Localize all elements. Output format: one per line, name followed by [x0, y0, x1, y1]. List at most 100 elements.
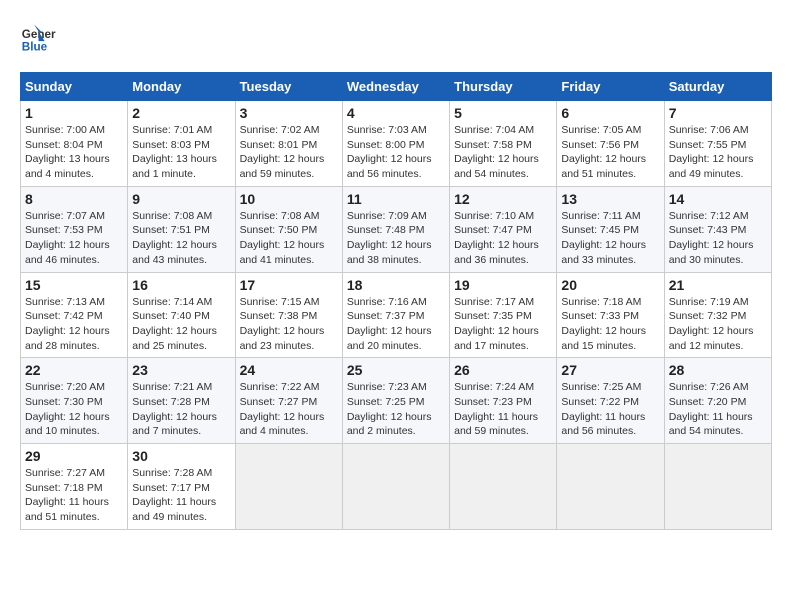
calendar-cell: 12 Sunrise: 7:10 AMSunset: 7:47 PMDaylig… [450, 186, 557, 272]
calendar-cell [342, 444, 449, 530]
day-number: 5 [454, 105, 552, 121]
day-number: 2 [132, 105, 230, 121]
day-header-saturday: Saturday [664, 73, 771, 101]
day-number: 7 [669, 105, 767, 121]
calendar-cell [557, 444, 664, 530]
day-info: Sunrise: 7:11 AMSunset: 7:45 PMDaylight:… [561, 210, 646, 266]
calendar-cell: 2 Sunrise: 7:01 AMSunset: 8:03 PMDayligh… [128, 101, 235, 187]
svg-text:Blue: Blue [22, 41, 48, 54]
day-info: Sunrise: 7:02 AMSunset: 8:01 PMDaylight:… [240, 124, 325, 180]
day-info: Sunrise: 7:03 AMSunset: 8:00 PMDaylight:… [347, 124, 432, 180]
day-number: 24 [240, 362, 338, 378]
day-number: 8 [25, 191, 123, 207]
day-number: 19 [454, 277, 552, 293]
calendar-cell: 25 Sunrise: 7:23 AMSunset: 7:25 PMDaylig… [342, 358, 449, 444]
day-info: Sunrise: 7:01 AMSunset: 8:03 PMDaylight:… [132, 124, 217, 180]
calendar-cell: 9 Sunrise: 7:08 AMSunset: 7:51 PMDayligh… [128, 186, 235, 272]
logo: General Blue [20, 20, 60, 56]
day-number: 14 [669, 191, 767, 207]
day-number: 29 [25, 448, 123, 464]
calendar-cell: 8 Sunrise: 7:07 AMSunset: 7:53 PMDayligh… [21, 186, 128, 272]
day-number: 9 [132, 191, 230, 207]
day-info: Sunrise: 7:23 AMSunset: 7:25 PMDaylight:… [347, 381, 432, 437]
calendar-cell: 29 Sunrise: 7:27 AMSunset: 7:18 PMDaylig… [21, 444, 128, 530]
calendar-cell: 4 Sunrise: 7:03 AMSunset: 8:00 PMDayligh… [342, 101, 449, 187]
calendar-cell: 3 Sunrise: 7:02 AMSunset: 8:01 PMDayligh… [235, 101, 342, 187]
calendar-cell: 17 Sunrise: 7:15 AMSunset: 7:38 PMDaylig… [235, 272, 342, 358]
day-number: 12 [454, 191, 552, 207]
day-info: Sunrise: 7:00 AMSunset: 8:04 PMDaylight:… [25, 124, 110, 180]
calendar-cell: 23 Sunrise: 7:21 AMSunset: 7:28 PMDaylig… [128, 358, 235, 444]
week-row-3: 15 Sunrise: 7:13 AMSunset: 7:42 PMDaylig… [21, 272, 772, 358]
calendar-cell: 18 Sunrise: 7:16 AMSunset: 7:37 PMDaylig… [342, 272, 449, 358]
day-info: Sunrise: 7:21 AMSunset: 7:28 PMDaylight:… [132, 381, 217, 437]
day-info: Sunrise: 7:24 AMSunset: 7:23 PMDaylight:… [454, 381, 538, 437]
page-header: General Blue [20, 20, 772, 56]
logo-icon: General Blue [20, 20, 56, 56]
calendar-cell: 7 Sunrise: 7:06 AMSunset: 7:55 PMDayligh… [664, 101, 771, 187]
calendar-cell: 13 Sunrise: 7:11 AMSunset: 7:45 PMDaylig… [557, 186, 664, 272]
calendar-cell: 22 Sunrise: 7:20 AMSunset: 7:30 PMDaylig… [21, 358, 128, 444]
calendar-cell: 14 Sunrise: 7:12 AMSunset: 7:43 PMDaylig… [664, 186, 771, 272]
day-number: 13 [561, 191, 659, 207]
day-info: Sunrise: 7:08 AMSunset: 7:51 PMDaylight:… [132, 210, 217, 266]
day-number: 3 [240, 105, 338, 121]
day-info: Sunrise: 7:17 AMSunset: 7:35 PMDaylight:… [454, 296, 539, 352]
week-row-2: 8 Sunrise: 7:07 AMSunset: 7:53 PMDayligh… [21, 186, 772, 272]
day-header-thursday: Thursday [450, 73, 557, 101]
day-number: 16 [132, 277, 230, 293]
calendar-cell: 15 Sunrise: 7:13 AMSunset: 7:42 PMDaylig… [21, 272, 128, 358]
day-header-tuesday: Tuesday [235, 73, 342, 101]
calendar-cell: 16 Sunrise: 7:14 AMSunset: 7:40 PMDaylig… [128, 272, 235, 358]
day-info: Sunrise: 7:20 AMSunset: 7:30 PMDaylight:… [25, 381, 110, 437]
day-number: 11 [347, 191, 445, 207]
calendar-table: SundayMondayTuesdayWednesdayThursdayFrid… [20, 72, 772, 530]
calendar-cell [450, 444, 557, 530]
day-number: 6 [561, 105, 659, 121]
day-number: 30 [132, 448, 230, 464]
calendar-cell: 19 Sunrise: 7:17 AMSunset: 7:35 PMDaylig… [450, 272, 557, 358]
calendar-cell: 6 Sunrise: 7:05 AMSunset: 7:56 PMDayligh… [557, 101, 664, 187]
calendar-header-row: SundayMondayTuesdayWednesdayThursdayFrid… [21, 73, 772, 101]
day-info: Sunrise: 7:07 AMSunset: 7:53 PMDaylight:… [25, 210, 110, 266]
day-info: Sunrise: 7:27 AMSunset: 7:18 PMDaylight:… [25, 467, 109, 523]
calendar-cell [664, 444, 771, 530]
week-row-1: 1 Sunrise: 7:00 AMSunset: 8:04 PMDayligh… [21, 101, 772, 187]
day-info: Sunrise: 7:22 AMSunset: 7:27 PMDaylight:… [240, 381, 325, 437]
calendar-cell: 21 Sunrise: 7:19 AMSunset: 7:32 PMDaylig… [664, 272, 771, 358]
day-header-sunday: Sunday [21, 73, 128, 101]
calendar-cell: 20 Sunrise: 7:18 AMSunset: 7:33 PMDaylig… [557, 272, 664, 358]
calendar-cell: 28 Sunrise: 7:26 AMSunset: 7:20 PMDaylig… [664, 358, 771, 444]
day-info: Sunrise: 7:15 AMSunset: 7:38 PMDaylight:… [240, 296, 325, 352]
calendar-cell: 11 Sunrise: 7:09 AMSunset: 7:48 PMDaylig… [342, 186, 449, 272]
day-number: 17 [240, 277, 338, 293]
day-number: 10 [240, 191, 338, 207]
day-number: 21 [669, 277, 767, 293]
day-info: Sunrise: 7:06 AMSunset: 7:55 PMDaylight:… [669, 124, 754, 180]
day-info: Sunrise: 7:28 AMSunset: 7:17 PMDaylight:… [132, 467, 216, 523]
day-info: Sunrise: 7:18 AMSunset: 7:33 PMDaylight:… [561, 296, 646, 352]
calendar-cell: 27 Sunrise: 7:25 AMSunset: 7:22 PMDaylig… [557, 358, 664, 444]
day-number: 22 [25, 362, 123, 378]
day-info: Sunrise: 7:16 AMSunset: 7:37 PMDaylight:… [347, 296, 432, 352]
calendar-cell: 24 Sunrise: 7:22 AMSunset: 7:27 PMDaylig… [235, 358, 342, 444]
week-row-5: 29 Sunrise: 7:27 AMSunset: 7:18 PMDaylig… [21, 444, 772, 530]
calendar-cell: 26 Sunrise: 7:24 AMSunset: 7:23 PMDaylig… [450, 358, 557, 444]
day-info: Sunrise: 7:04 AMSunset: 7:58 PMDaylight:… [454, 124, 539, 180]
day-header-friday: Friday [557, 73, 664, 101]
day-number: 20 [561, 277, 659, 293]
day-info: Sunrise: 7:09 AMSunset: 7:48 PMDaylight:… [347, 210, 432, 266]
day-info: Sunrise: 7:05 AMSunset: 7:56 PMDaylight:… [561, 124, 646, 180]
day-info: Sunrise: 7:08 AMSunset: 7:50 PMDaylight:… [240, 210, 325, 266]
day-number: 25 [347, 362, 445, 378]
day-info: Sunrise: 7:14 AMSunset: 7:40 PMDaylight:… [132, 296, 217, 352]
calendar-cell: 10 Sunrise: 7:08 AMSunset: 7:50 PMDaylig… [235, 186, 342, 272]
day-info: Sunrise: 7:13 AMSunset: 7:42 PMDaylight:… [25, 296, 110, 352]
day-info: Sunrise: 7:19 AMSunset: 7:32 PMDaylight:… [669, 296, 754, 352]
day-header-monday: Monday [128, 73, 235, 101]
day-number: 1 [25, 105, 123, 121]
calendar-cell: 1 Sunrise: 7:00 AMSunset: 8:04 PMDayligh… [21, 101, 128, 187]
day-header-wednesday: Wednesday [342, 73, 449, 101]
day-info: Sunrise: 7:10 AMSunset: 7:47 PMDaylight:… [454, 210, 539, 266]
calendar-cell: 5 Sunrise: 7:04 AMSunset: 7:58 PMDayligh… [450, 101, 557, 187]
